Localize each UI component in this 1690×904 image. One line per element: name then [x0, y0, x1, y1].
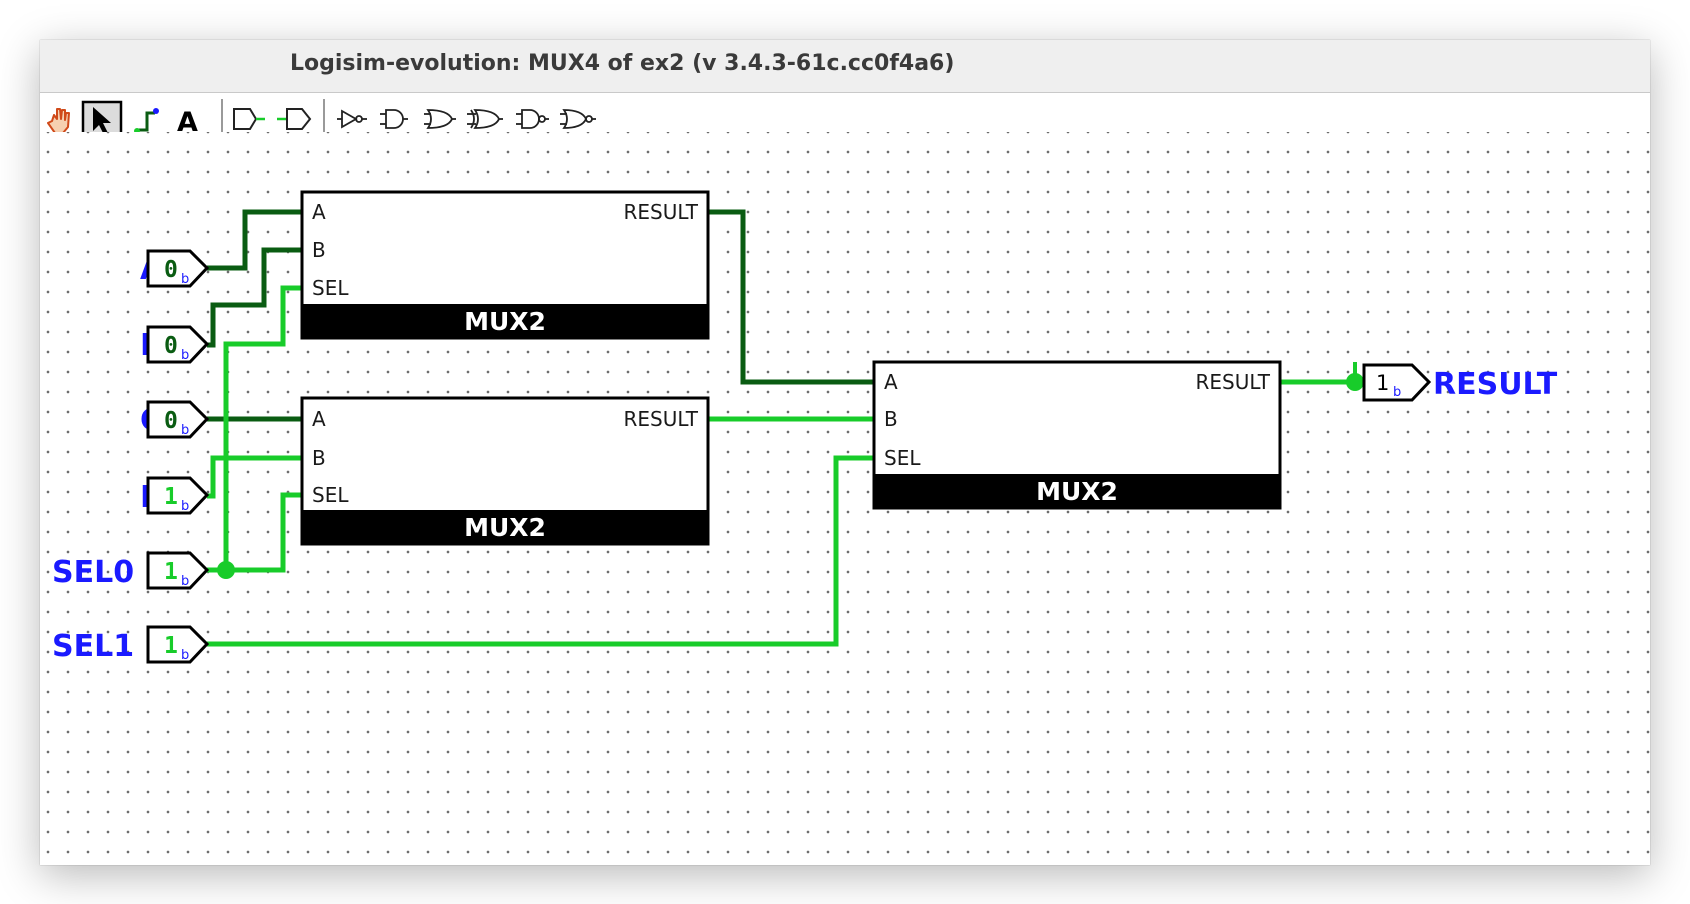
- input-pin-c[interactable]: C 0 b: [140, 400, 210, 439]
- mux-name: MUX2: [464, 307, 546, 336]
- mux2-bottom-left[interactable]: A B SEL RESULT MUX2: [300, 396, 710, 546]
- pin-label: SEL0: [52, 555, 134, 590]
- port-a-label: A: [312, 200, 326, 224]
- port-a-label: A: [884, 370, 898, 394]
- pin-width: b: [181, 499, 189, 514]
- nor-gate-icon[interactable]: [560, 109, 596, 129]
- port-result-label: RESULT: [1196, 370, 1271, 394]
- mux-name: MUX2: [464, 513, 546, 542]
- port-b-label: B: [312, 446, 326, 470]
- port-sel-label: SEL: [884, 446, 921, 470]
- pin-value: 0: [164, 333, 178, 359]
- pin-label: RESULT: [1433, 367, 1558, 402]
- window-title: Logisim-evolution: MUX4 of ex2 (v 3.4.3-…: [290, 51, 955, 76]
- port-b-label: B: [884, 407, 898, 431]
- wire-d[interactable]: [207, 455, 302, 499]
- hand-icon[interactable]: [47, 108, 70, 134]
- input-pin-icon[interactable]: [233, 108, 265, 130]
- and-gate-icon[interactable]: [380, 109, 408, 129]
- input-pin-d[interactable]: D 1 b: [140, 476, 210, 515]
- pin-value: 1: [1376, 371, 1389, 395]
- port-sel-label: SEL: [312, 483, 349, 507]
- wire-b[interactable]: [207, 247, 302, 348]
- title-bar: Logisim-evolution: MUX4 of ex2 (v 3.4.3-…: [40, 40, 1650, 93]
- pin-value: 0: [164, 408, 178, 434]
- input-pin-sel1[interactable]: SEL1 1 b: [52, 625, 210, 664]
- pin-value: 1: [164, 484, 178, 510]
- not-gate-icon[interactable]: [337, 109, 367, 129]
- pin-value: 1: [164, 633, 178, 659]
- port-result-label: RESULT: [624, 407, 699, 431]
- port-sel-label: SEL: [312, 276, 349, 300]
- pin-value: 0: [164, 257, 178, 283]
- input-pin-a[interactable]: A 0 b: [140, 249, 210, 288]
- port-b-label: B: [312, 238, 326, 262]
- pin-label: SEL1: [52, 629, 134, 664]
- pin-width: b: [181, 423, 189, 438]
- pin-width: b: [1393, 385, 1401, 400]
- pin-width: b: [181, 272, 189, 287]
- input-pin-sel0[interactable]: SEL0 1 b: [52, 551, 210, 590]
- pin-value: 1: [164, 559, 178, 585]
- output-pin-icon[interactable]: [277, 108, 312, 130]
- wire-sel0-mux2[interactable]: [226, 492, 302, 573]
- port-result-label: RESULT: [624, 200, 699, 224]
- nand-gate-icon[interactable]: [516, 109, 549, 129]
- or-gate-icon[interactable]: [424, 109, 456, 129]
- pin-width: b: [181, 648, 189, 663]
- xor-gate-icon[interactable]: [467, 109, 503, 129]
- wire-mux1-result[interactable]: [708, 209, 874, 385]
- mux-name: MUX2: [1036, 477, 1118, 506]
- mux2-right[interactable]: A B SEL RESULT MUX2: [872, 360, 1282, 510]
- mux2-top-left[interactable]: A B SEL RESULT MUX2: [300, 190, 710, 340]
- output-pin-result[interactable]: 1 b RESULT: [1362, 363, 1558, 402]
- pin-width: b: [181, 348, 189, 363]
- wire-a[interactable]: [207, 209, 302, 271]
- port-a-label: A: [312, 407, 326, 431]
- pin-width: b: [181, 574, 189, 589]
- wire-icon[interactable]: [134, 108, 159, 134]
- input-pin-b[interactable]: B 0 b: [140, 325, 210, 364]
- wire-sel0-mux1[interactable]: [207, 285, 302, 573]
- logisim-window: Logisim-evolution: MUX4 of ex2 (v 3.4.3-…: [40, 40, 1650, 865]
- circuit-canvas[interactable]: A B SEL RESULT MUX2 A B SEL RESULT MUX2 …: [40, 132, 1650, 865]
